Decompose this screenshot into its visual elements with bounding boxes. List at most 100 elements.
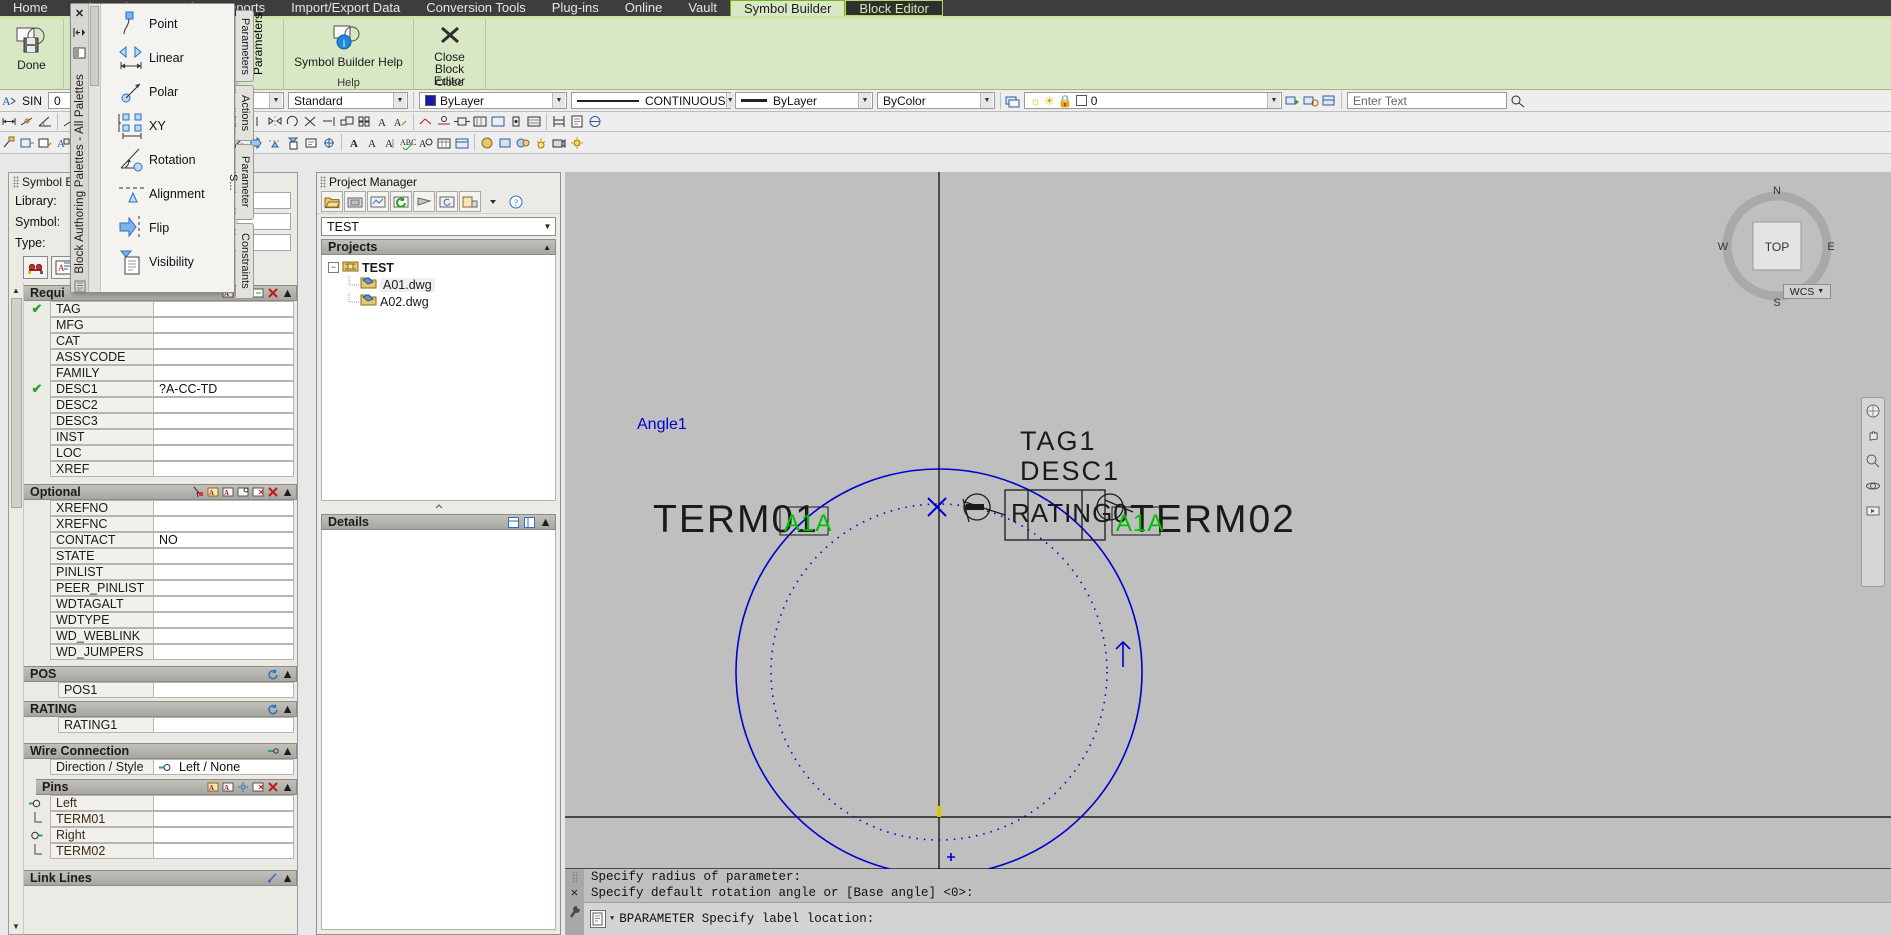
collapse-projects-icon[interactable]: ▲ [543, 243, 555, 252]
attr-value-wdtype[interactable] [154, 612, 294, 628]
attr-row-tag[interactable]: ✔ TAG [24, 301, 297, 317]
chevron-down-icon[interactable]: ▼ [269, 93, 283, 108]
pin-value-term02[interactable] [154, 843, 294, 859]
attr-row-wd-weblink[interactable]: WD_WEBLINK [24, 628, 297, 644]
ribbon-tab-home[interactable]: Home [0, 0, 61, 16]
project-manager-splitter[interactable] [317, 501, 560, 511]
group-header-link-lines[interactable]: Link Lines ▲ [24, 870, 297, 886]
delete-attribute-icon[interactable] [266, 287, 279, 300]
attr-row-rating1[interactable]: RATING1 [24, 717, 297, 733]
attr-value-loc[interactable] [154, 445, 294, 461]
group-header-pins[interactable]: Pins A A ▲ [36, 779, 297, 795]
collapse-details-icon[interactable]: ▲ [539, 515, 552, 529]
table-icon[interactable] [435, 134, 453, 152]
chevron-down-icon[interactable]: ▼ [725, 93, 734, 108]
ribbon-tab-block-editor[interactable]: Block Editor [845, 0, 943, 16]
pin-row-left[interactable]: Left [24, 795, 297, 811]
project-task-list-button[interactable] [413, 191, 435, 212]
attr-row-family[interactable]: FAMILY [24, 365, 297, 381]
alignment-param-icon[interactable] [266, 134, 284, 152]
match-properties-icon[interactable] [0, 134, 18, 152]
attr-value-state[interactable] [154, 548, 294, 564]
attr-row-wdtagalt[interactable]: WDTAGALT [24, 596, 297, 612]
grip-icon[interactable] [320, 175, 326, 188]
lightbulb-icon[interactable]: ☼ [1030, 94, 1041, 108]
find-replace-icon[interactable]: A [417, 134, 435, 152]
details-section-header[interactable]: Details ▲ [321, 514, 556, 530]
tree-expander-icon[interactable]: − [328, 262, 339, 273]
layer-previous-icon[interactable] [1284, 92, 1302, 110]
palette-tab-constraints[interactable]: Constraints [236, 223, 254, 299]
attr-row-inst[interactable]: INST [24, 429, 297, 445]
lights-icon[interactable] [532, 134, 550, 152]
palette-properties-icon[interactable] [73, 47, 86, 62]
attr-value-pinlist[interactable] [154, 564, 294, 580]
dim-linear-icon[interactable] [0, 113, 18, 131]
palette-tab-parameter-sets[interactable]: Parameter S... [227, 144, 254, 220]
wire-direction-icon[interactable] [266, 745, 279, 758]
scroll-down-icon[interactable]: ▼ [9, 919, 24, 934]
add-pin-icon[interactable]: A [206, 781, 219, 794]
attr-value-xrefno[interactable] [154, 500, 294, 516]
scroll-up-icon[interactable]: ▲ [9, 283, 24, 298]
collapse-wire-icon[interactable]: ▲ [281, 744, 294, 758]
palette-item-alignment[interactable]: Alignment [101, 177, 234, 211]
dim-aligned-icon[interactable] [18, 113, 36, 131]
ribbon-tab-import-export-data[interactable]: Import/Export Data [278, 0, 413, 16]
insert-attribute-icon[interactable]: A [206, 486, 219, 499]
attr-value-wdtagalt[interactable] [154, 596, 294, 612]
attr-row-pinlist[interactable]: PINLIST [24, 564, 297, 580]
delete-row-icon[interactable] [266, 486, 279, 499]
component-icon[interactable] [453, 113, 471, 131]
open-project-button[interactable] [321, 191, 343, 212]
lineweight-combo[interactable]: ByLayer ▼ [735, 92, 874, 109]
collapse-link-lines-icon[interactable]: ▲ [281, 871, 294, 885]
attr-value-xrefnc[interactable] [154, 516, 294, 532]
attr-row-contact[interactable]: CONTACT NO [24, 532, 297, 548]
tree-node-a02[interactable]: A02.dwg [328, 293, 555, 310]
publish-plot-button[interactable] [436, 191, 458, 212]
chevron-down-icon[interactable]: ▼ [858, 93, 872, 108]
details-view-preview-icon[interactable] [523, 516, 536, 529]
delete-attribute-icon[interactable] [251, 486, 264, 499]
palette-item-polar[interactable]: Polar [101, 75, 234, 109]
attr-value-pos1[interactable] [154, 682, 294, 698]
project-drawing-list-button[interactable] [367, 191, 389, 212]
steering-wheel-icon[interactable] [1864, 402, 1882, 420]
visual-style-icon[interactable] [496, 134, 514, 152]
edit-pin-icon[interactable]: A [221, 781, 234, 794]
delete-pin-icon[interactable] [251, 781, 264, 794]
pin-value-left[interactable] [154, 795, 294, 811]
done-button[interactable]: Done [7, 23, 57, 74]
ribbon-tab-conversion-tools[interactable]: Conversion Tools [413, 0, 538, 16]
link-line-add-icon[interactable] [266, 872, 279, 885]
grip-icon[interactable] [571, 871, 578, 883]
attr-value-desc1[interactable]: ?A-CC-TD [154, 381, 294, 397]
collapse-rating-icon[interactable]: ▲ [281, 702, 294, 716]
attr-row-xrefnc[interactable]: XREFNC [24, 516, 297, 532]
palette-item-rotation[interactable]: Rotation [101, 143, 234, 177]
layer-match-icon[interactable] [1302, 92, 1320, 110]
chevron-down-icon[interactable]: ▼ [980, 93, 994, 108]
table-style-icon[interactable] [453, 134, 471, 152]
chevron-down-icon[interactable]: ▼ [1267, 93, 1281, 108]
palette-item-flip[interactable]: Flip [101, 211, 234, 245]
camera-icon[interactable] [550, 134, 568, 152]
project-menu-chevron-icon[interactable] [482, 191, 504, 212]
projects-section-header[interactable]: Projects ▲ [321, 239, 556, 255]
showmotion-icon[interactable] [1864, 502, 1882, 520]
enter-text-field[interactable]: Enter Text [1347, 92, 1508, 109]
layer-state-icon[interactable] [1320, 92, 1338, 110]
attr-value-contact[interactable]: NO [154, 532, 294, 548]
text-style-icon[interactable]: A [0, 92, 18, 110]
attr-row-desc3[interactable]: DESC3 [24, 413, 297, 429]
chevron-down-icon[interactable]: ▼ [393, 93, 407, 108]
ribbon-tab-symbol-builder[interactable]: Symbol Builder [729, 0, 846, 16]
details-view-list-icon[interactable] [507, 516, 520, 529]
ladder-icon[interactable] [550, 113, 568, 131]
spell-check-icon[interactable]: ABC [399, 134, 417, 152]
linetype-combo[interactable]: CONTINUOUS ▼ [571, 92, 734, 109]
schematic-report-icon[interactable] [568, 113, 586, 131]
edit-attribute-icon[interactable]: A [221, 486, 234, 499]
attr-row-wd-jumpers[interactable]: WD_JUMPERS [24, 644, 297, 660]
